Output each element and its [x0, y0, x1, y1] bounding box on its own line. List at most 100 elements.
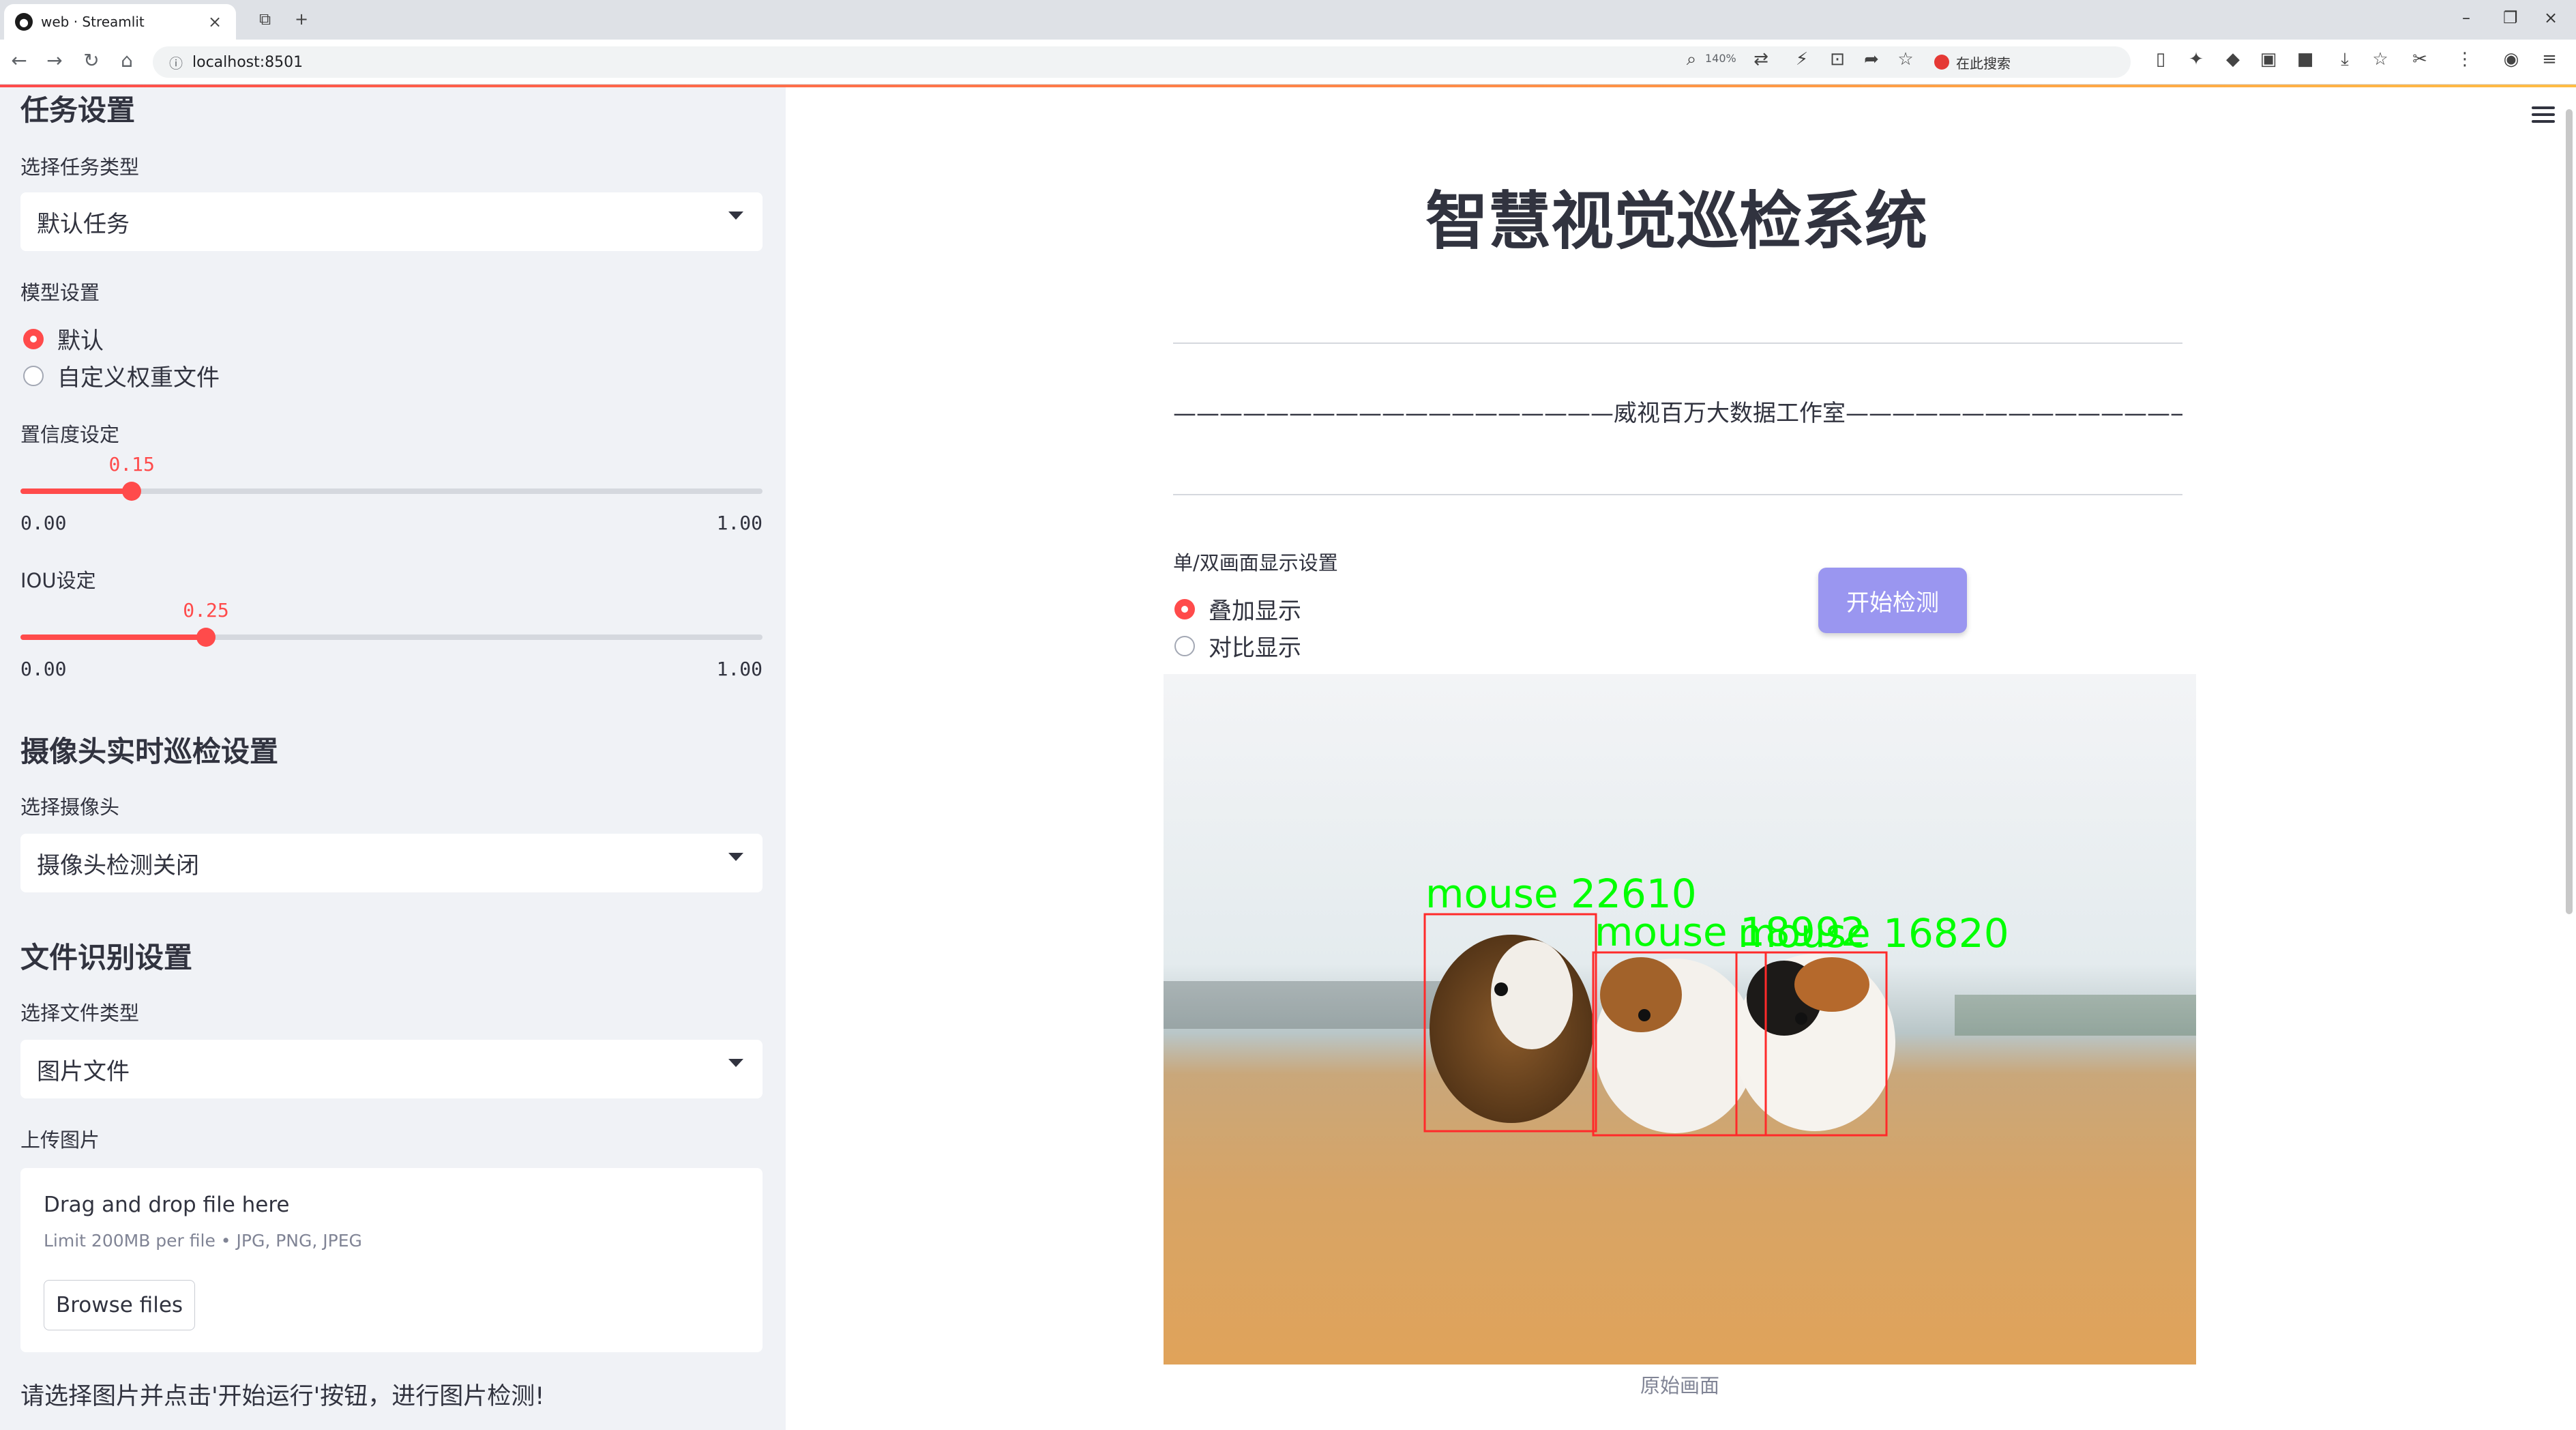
- chevron-down-icon: [728, 211, 743, 220]
- iou-slider-fill: [20, 634, 206, 640]
- browser-toolbar: ← → ↻ ⌂ ⓘ localhost:8501 ⌕ 140% ⇄ ⚡ ⊡ ➦ …: [0, 40, 2576, 85]
- extension-dark-icon[interactable]: ■: [2293, 49, 2318, 70]
- detection-image: mouse 22610 mouse 18992 mouse 16820: [1164, 674, 2196, 1365]
- display-option-label: 叠加显示: [1209, 598, 1301, 625]
- home-icon[interactable]: ⌂: [113, 49, 140, 72]
- model-option-label: 默认: [57, 327, 104, 355]
- file-type-value: 图片文件: [37, 1057, 130, 1085]
- confidence-slider[interactable]: [20, 482, 763, 501]
- display-mode-label: 单/双画面显示设置: [1173, 551, 1338, 574]
- confidence-slider-thumb[interactable]: [122, 482, 142, 501]
- camera-select[interactable]: 摄像头检测关闭: [20, 834, 763, 892]
- file-type-label: 选择文件类型: [20, 1002, 140, 1025]
- sidebar: 任务设置 选择任务类型 默认任务 模型设置 默认 自定义权重文件 置信度设定 0…: [0, 87, 786, 1430]
- file-settings-heading: 文件识别设置: [20, 941, 193, 974]
- confidence-value: 0.15: [108, 453, 155, 476]
- upload-limit-text: Limit 200MB per file • JPG, PNG, JPEG: [44, 1231, 362, 1251]
- search-engine-icon: [1934, 55, 1949, 70]
- extension-translate-icon[interactable]: ▣: [2256, 49, 2281, 70]
- search-box[interactable]: 在此搜索: [1934, 48, 2139, 76]
- back-icon[interactable]: ←: [5, 49, 33, 72]
- camera-label: 选择摄像头: [20, 796, 120, 819]
- confidence-slider-fill: [20, 488, 132, 494]
- chevron-down-icon: [728, 1059, 743, 1067]
- hamburger-menu-icon[interactable]: [2532, 106, 2555, 127]
- model-settings-label: 模型设置: [20, 281, 100, 304]
- forward-icon[interactable]: →: [41, 49, 68, 72]
- detection-label-3: mouse 16820: [1738, 910, 2009, 957]
- divider-top: [1173, 342, 2182, 344]
- divider-bottom: [1173, 494, 2182, 495]
- confidence-label: 置信度设定: [20, 423, 120, 446]
- display-radio-overlay[interactable]: 叠加显示: [1174, 592, 1301, 626]
- background-trees: [1164, 981, 1450, 1029]
- streamlit-favicon-icon: ●: [15, 13, 33, 31]
- minimize-icon[interactable]: –: [2462, 8, 2470, 27]
- tab-group-icon[interactable]: ⧉: [259, 10, 271, 29]
- iou-label: IOU设定: [20, 569, 96, 592]
- page-title: 智慧视觉巡检系统: [1425, 185, 1927, 258]
- iou-value: 0.25: [183, 599, 229, 622]
- site-info-icon[interactable]: ⓘ: [169, 53, 183, 72]
- url-text: localhost:8501: [192, 53, 304, 71]
- file-uploader-dropzone[interactable]: Drag and drop file here Limit 200MB per …: [20, 1168, 763, 1352]
- window-close-icon[interactable]: ×: [2544, 8, 2558, 27]
- profile-avatar-icon[interactable]: ◉: [2499, 49, 2523, 70]
- page-scrollbar[interactable]: [2566, 109, 2573, 914]
- confidence-min: 0.00: [20, 512, 67, 534]
- drop-text: Drag and drop file here: [44, 1193, 290, 1217]
- task-type-select[interactable]: 默认任务: [20, 192, 763, 251]
- iou-max: 1.00: [716, 658, 763, 680]
- reload-icon[interactable]: ↻: [78, 49, 105, 72]
- confidence-max: 1.00: [716, 512, 763, 534]
- zoom-icon[interactable]: ⌕: [1679, 49, 1704, 70]
- image-caption: 原始画面: [1640, 1374, 1719, 1397]
- scissors-icon[interactable]: ✂: [2408, 49, 2432, 70]
- phone-icon[interactable]: ▯: [2148, 49, 2173, 70]
- download-icon[interactable]: ⤓: [2333, 49, 2357, 70]
- model-radio-custom[interactable]: 自定义权重文件: [23, 359, 220, 392]
- radio-checked-icon[interactable]: [1174, 598, 1195, 619]
- browser-menu-icon[interactable]: ≡: [2537, 49, 2562, 70]
- start-detection-button[interactable]: 开始检测: [1818, 568, 1967, 633]
- chevron-down-icon: [728, 853, 743, 861]
- translate-icon[interactable]: ⇄: [1749, 49, 1773, 70]
- browser-tab[interactable]: ● web · Streamlit ×: [4, 4, 236, 40]
- sidebar-hint: 请选择图片并点击'开始运行'按钮，进行图片检测!: [20, 1383, 545, 1410]
- radio-unchecked-icon[interactable]: [1174, 635, 1195, 656]
- iou-min: 0.00: [20, 658, 67, 680]
- camera-settings-heading: 摄像头实时巡检设置: [20, 735, 279, 768]
- new-tab-icon[interactable]: +: [295, 10, 308, 29]
- extension-color-icon[interactable]: ✦: [2184, 49, 2208, 70]
- share-icon[interactable]: ➦: [1859, 49, 1884, 70]
- display-option-label: 对比显示: [1209, 634, 1301, 662]
- search-placeholder: 在此搜索: [1956, 55, 2011, 72]
- task-type-label: 选择任务类型: [20, 156, 140, 179]
- model-radio-default[interactable]: 默认: [23, 322, 104, 355]
- restore-icon[interactable]: ❐: [2503, 8, 2518, 27]
- radio-unchecked-icon[interactable]: [23, 365, 44, 386]
- camera-value: 摄像头检测关闭: [37, 851, 199, 879]
- iou-slider[interactable]: [20, 628, 763, 647]
- radio-checked-icon[interactable]: [23, 328, 44, 349]
- task-settings-heading: 任务设置: [20, 93, 136, 127]
- favorites-icon[interactable]: ☆: [2368, 49, 2393, 70]
- studio-subtitle: ———————————————————威视百万大数据工作室———————————…: [1173, 400, 2182, 427]
- display-radio-compare[interactable]: 对比显示: [1174, 629, 1301, 662]
- iou-slider-thumb[interactable]: [196, 628, 216, 647]
- more-menu-icon[interactable]: ⋮: [2453, 49, 2477, 70]
- bolt-icon[interactable]: ⚡: [1790, 49, 1814, 70]
- browser-tab-bar: ● web · Streamlit × ⧉ + – ❐ ×: [0, 0, 2576, 40]
- model-option-label: 自定义权重文件: [57, 364, 220, 392]
- zoom-level: 140%: [1705, 52, 1736, 65]
- file-type-select[interactable]: 图片文件: [20, 1040, 763, 1098]
- bookmark-star-icon[interactable]: ☆: [1893, 49, 1918, 70]
- browse-files-button[interactable]: Browse files: [44, 1280, 195, 1330]
- task-type-value: 默认任务: [37, 210, 130, 238]
- screenshot-icon[interactable]: ⊡: [1825, 49, 1850, 70]
- guinea-pig-photo: mouse 22610 mouse 18992 mouse 16820: [1164, 674, 2196, 1365]
- extension-blue-icon[interactable]: ◆: [2221, 49, 2245, 70]
- upload-label: 上传图片: [20, 1128, 100, 1152]
- tab-title: web · Streamlit: [41, 14, 145, 30]
- close-tab-icon[interactable]: ×: [205, 12, 225, 31]
